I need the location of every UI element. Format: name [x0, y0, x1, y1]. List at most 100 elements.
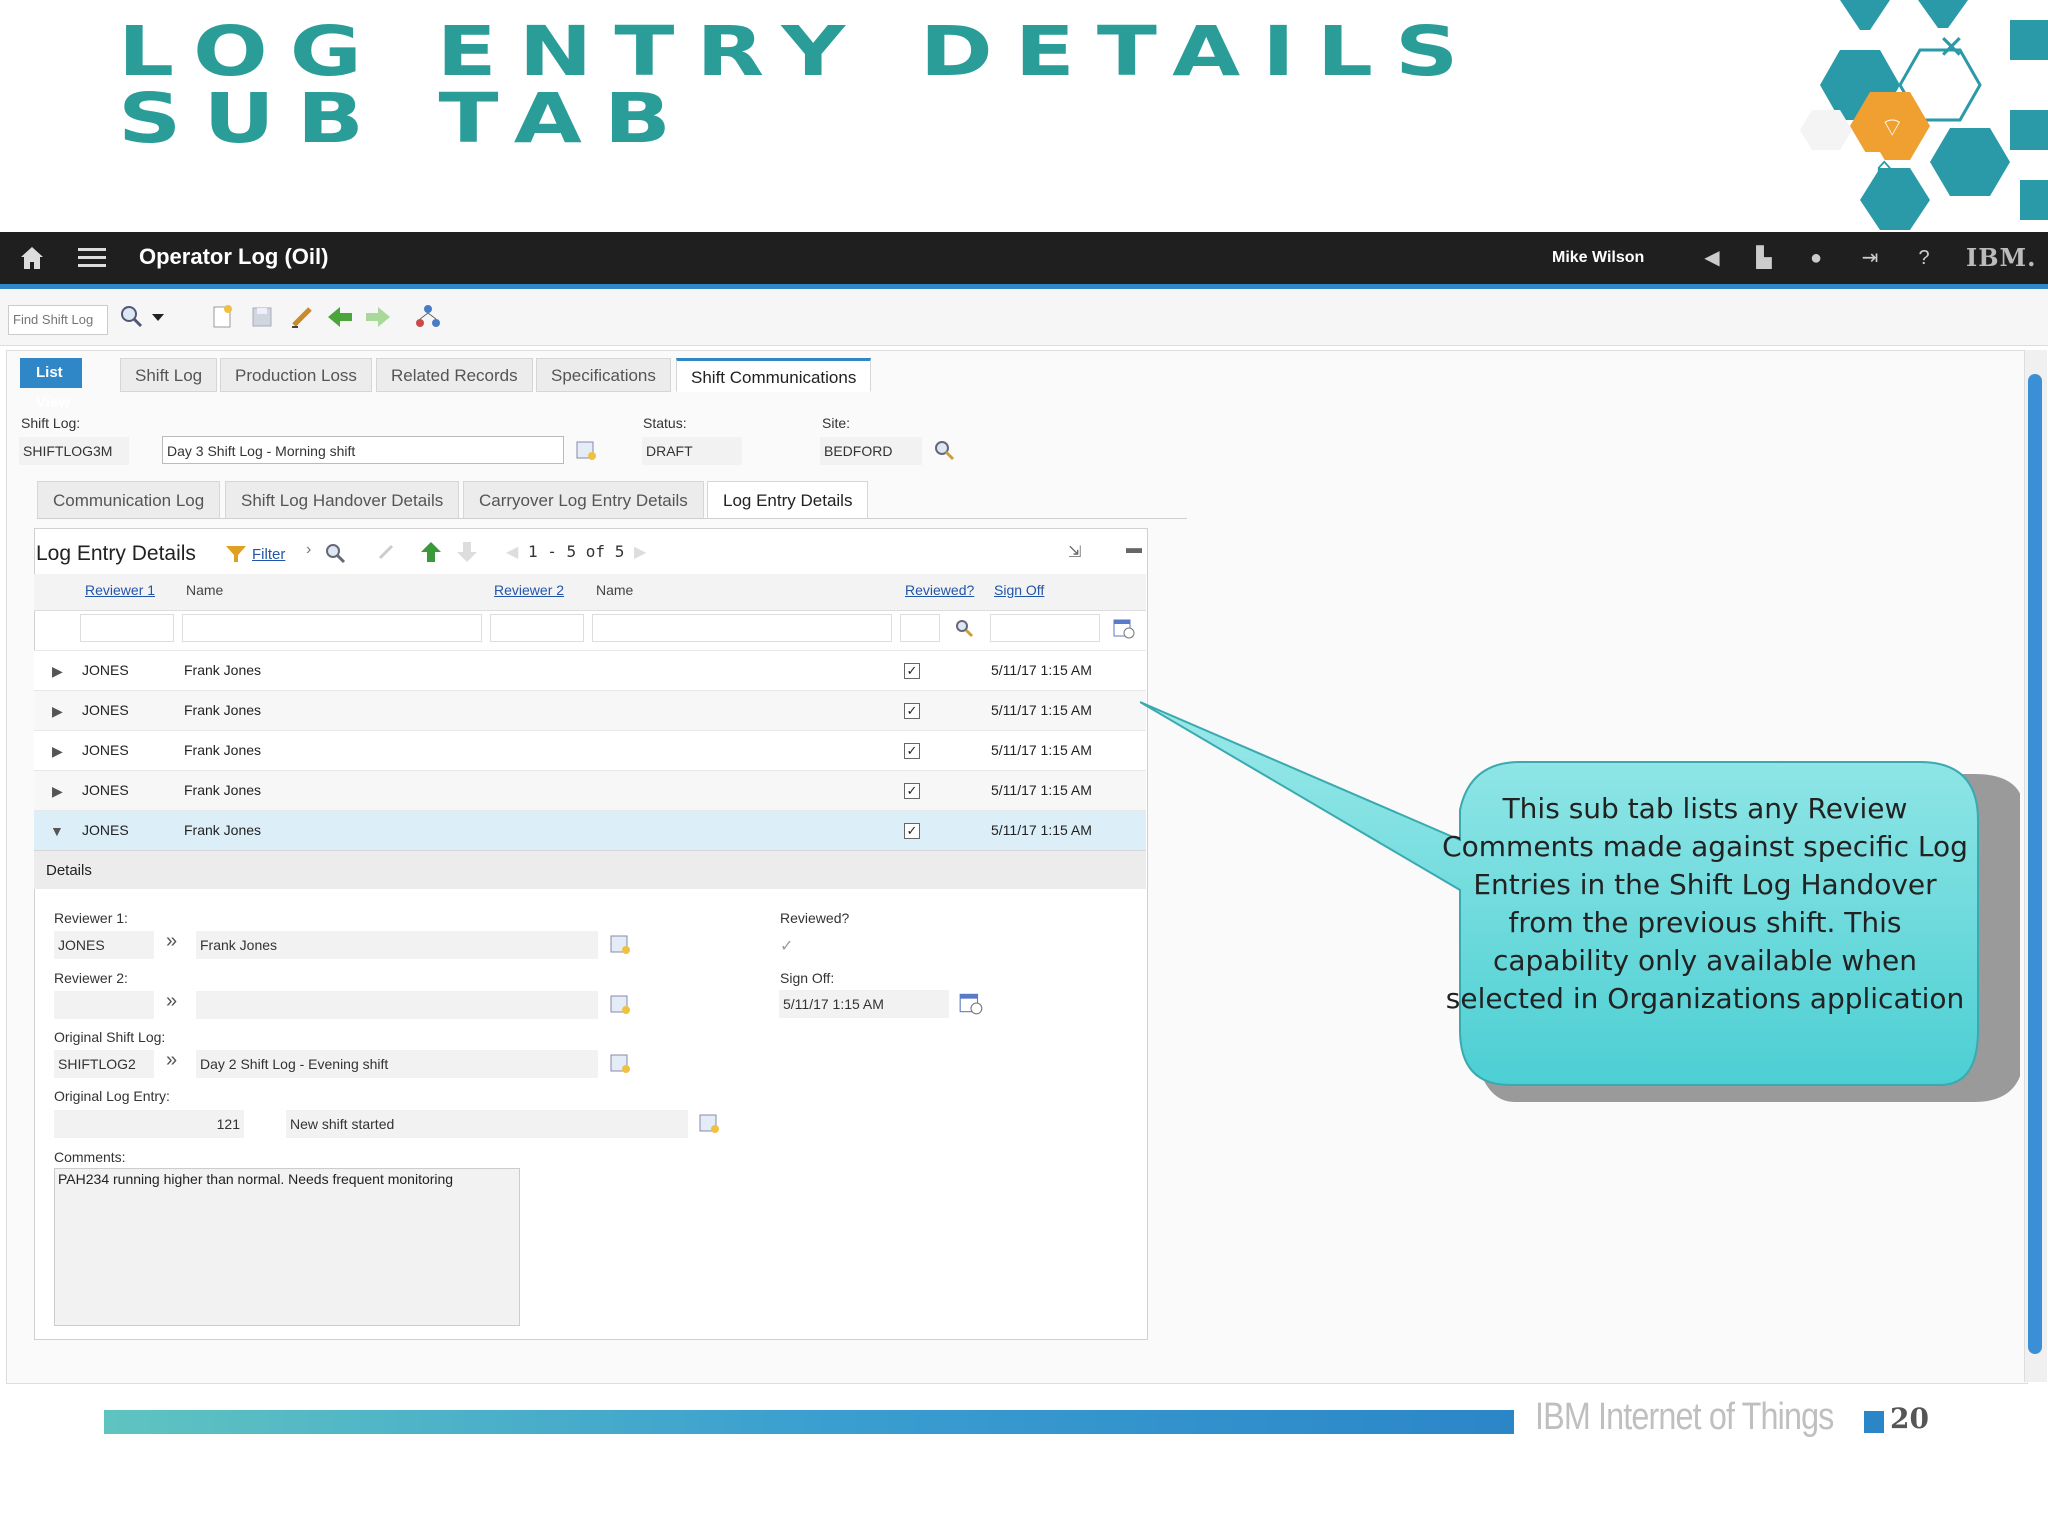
- tab-related-records[interactable]: Related Records: [376, 358, 533, 392]
- col-name1[interactable]: Name: [186, 582, 223, 598]
- subtab-shift-log-handover[interactable]: Shift Log Handover Details: [225, 481, 460, 519]
- expand-row-icon[interactable]: ▶: [52, 663, 63, 680]
- table-row[interactable]: ▶ JONES Frank Jones ✓ 5/11/17 1:15 AM: [34, 770, 1146, 811]
- download-icon[interactable]: ⇲: [1068, 542, 1081, 562]
- page-number: 20: [1890, 1402, 1929, 1435]
- filter-link[interactable]: Filter: [252, 546, 285, 563]
- help-icon[interactable]: ?: [1912, 246, 1936, 270]
- filter-reviewed-input[interactable]: [900, 614, 940, 642]
- previous-icon[interactable]: [326, 303, 354, 331]
- edit-icon[interactable]: [288, 303, 316, 331]
- collapse-table-icon[interactable]: ▬: [1126, 540, 1142, 558]
- sort-up-icon[interactable]: [420, 540, 442, 564]
- filter-icon[interactable]: [226, 546, 246, 562]
- filter-signoff-input[interactable]: [990, 614, 1100, 642]
- expand-row-icon[interactable]: ▶: [52, 703, 63, 720]
- search-icon[interactable]: [118, 303, 146, 331]
- col-reviewer1[interactable]: Reviewer 1: [85, 582, 155, 598]
- reports-icon[interactable]: ▙: [1752, 246, 1776, 270]
- filter-name1-input[interactable]: [182, 614, 482, 642]
- table-row-selected[interactable]: ▼ JONES Frank Jones ✓ 5/11/17 1:15 AM: [34, 810, 1146, 851]
- menu-icon[interactable]: [78, 246, 106, 270]
- app-title: Operator Log (Oil): [139, 244, 329, 269]
- detail-reviewer1-field[interactable]: JONES: [54, 931, 154, 959]
- row-reviewed-checkbox[interactable]: ✓: [904, 663, 920, 679]
- tab-shift-communications[interactable]: Shift Communications: [676, 358, 872, 392]
- tab-specifications[interactable]: Specifications: [536, 358, 671, 392]
- vertical-scrollbar[interactable]: [2024, 350, 2047, 1382]
- expand-row-icon[interactable]: ▶: [52, 743, 63, 760]
- detail-orig-entry-description-icon[interactable]: [697, 1111, 721, 1135]
- user-name[interactable]: Mike Wilson: [1552, 249, 1644, 267]
- tab-production-loss[interactable]: Production Loss: [220, 358, 372, 392]
- new-record-icon[interactable]: [208, 303, 236, 331]
- detail-signoff-calendar-icon[interactable]: [958, 990, 984, 1016]
- detail-signoff-field[interactable]: 5/11/17 1:15 AM: [779, 990, 949, 1018]
- shift-log-field[interactable]: SHIFTLOG3M: [19, 437, 129, 465]
- col-signoff[interactable]: Sign Off: [994, 582, 1044, 598]
- prev-page-icon[interactable]: ◀: [506, 542, 518, 562]
- detail-reviewer2-field[interactable]: [54, 991, 154, 1019]
- detail-orig-shift-arrow-icon[interactable]: »: [166, 1049, 177, 1072]
- signout-icon[interactable]: ⇥: [1858, 246, 1882, 270]
- next-icon[interactable]: [364, 303, 392, 331]
- detail-orig-entry-desc-field[interactable]: New shift started: [286, 1110, 688, 1138]
- row-signoff: 5/11/17 1:15 AM: [991, 822, 1092, 838]
- tab-list-view[interactable]: List View: [20, 358, 82, 411]
- site-label: Site:: [822, 415, 851, 431]
- detail-reviewer1-name-field[interactable]: Frank Jones: [196, 931, 598, 959]
- detail-reviewed-checkbox[interactable]: ✓: [780, 936, 793, 956]
- shift-log-label: Shift Log:: [21, 415, 81, 431]
- shift-log-description-field[interactable]: Day 3 Shift Log - Morning shift: [162, 436, 564, 464]
- chevron-down-icon[interactable]: [148, 303, 168, 331]
- detail-orig-entry-field[interactable]: 121: [54, 1110, 244, 1138]
- table-row[interactable]: ▶ JONES Frank Jones ✓ 5/11/17 1:15 AM: [34, 730, 1146, 771]
- subtab-communication-log[interactable]: Communication Log: [37, 481, 221, 519]
- next-page-icon[interactable]: ▶: [634, 542, 646, 562]
- row-reviewed-checkbox[interactable]: ✓: [904, 783, 920, 799]
- save-icon[interactable]: [248, 303, 276, 331]
- row-reviewed-checkbox[interactable]: ✓: [904, 743, 920, 759]
- expand-row-icon[interactable]: ▶: [52, 783, 63, 800]
- subtab-carryover-log-entry[interactable]: Carryover Log Entry Details: [463, 481, 704, 519]
- site-field[interactable]: BEDFORD: [820, 437, 922, 465]
- workflow-icon[interactable]: [414, 303, 442, 331]
- detail-reviewer2-name-field[interactable]: [196, 991, 598, 1019]
- subtab-log-entry-details[interactable]: Log Entry Details: [707, 481, 869, 519]
- status-field[interactable]: DRAFT: [642, 437, 742, 465]
- filter-name2-input[interactable]: [592, 614, 892, 642]
- detail-reviewer2-arrow-icon[interactable]: »: [166, 990, 177, 1013]
- filter-reviewer1-input[interactable]: [80, 614, 174, 642]
- sort-down-icon[interactable]: [456, 540, 478, 564]
- detail-orig-shift-field[interactable]: SHIFTLOG2: [54, 1050, 154, 1078]
- long-description-icon[interactable]: [574, 438, 598, 462]
- announcement-icon[interactable]: ◀: [1700, 246, 1724, 270]
- scrollbar-thumb[interactable]: [2028, 374, 2042, 1354]
- row-reviewed-checkbox[interactable]: ✓: [904, 823, 920, 839]
- col-name2[interactable]: Name: [596, 582, 633, 598]
- detail-comments-textarea[interactable]: PAH234 running higher than normal. Needs…: [54, 1168, 520, 1326]
- home-icon[interactable]: [18, 244, 46, 272]
- filter-reviewed-lookup-icon[interactable]: [954, 618, 974, 638]
- row-reviewed-checkbox[interactable]: ✓: [904, 703, 920, 719]
- clear-filter-icon[interactable]: [376, 542, 396, 562]
- table-search-icon[interactable]: [324, 542, 346, 564]
- table-row[interactable]: ▶ JONES Frank Jones ✓ 5/11/17 1:15 AM: [34, 690, 1146, 731]
- filter-reviewer2-input[interactable]: [490, 614, 584, 642]
- site-lookup-icon[interactable]: [933, 439, 955, 461]
- collapse-row-icon[interactable]: ▼: [50, 823, 64, 839]
- profile-icon[interactable]: ●: [1804, 246, 1828, 270]
- tab-shift-log[interactable]: Shift Log: [120, 358, 218, 392]
- row-name1: Frank Jones: [184, 662, 262, 678]
- find-shift-log-input[interactable]: [8, 305, 108, 335]
- detail-reviewer2-description-icon[interactable]: [608, 992, 632, 1016]
- table-row[interactable]: ▶ JONES Frank Jones ✓ 5/11/17 1:15 AM: [34, 650, 1146, 691]
- detail-reviewer1-description-icon[interactable]: [608, 932, 632, 956]
- col-reviewer2[interactable]: Reviewer 2: [494, 582, 564, 598]
- col-reviewed[interactable]: Reviewed?: [905, 582, 974, 598]
- detail-orig-shift-desc-field[interactable]: Day 2 Shift Log - Evening shift: [196, 1050, 598, 1078]
- filter-expand-icon[interactable]: ›: [306, 541, 311, 559]
- calendar-icon[interactable]: [1112, 616, 1136, 640]
- detail-orig-shift-description-icon[interactable]: [608, 1051, 632, 1075]
- detail-reviewer1-arrow-icon[interactable]: »: [166, 930, 177, 953]
